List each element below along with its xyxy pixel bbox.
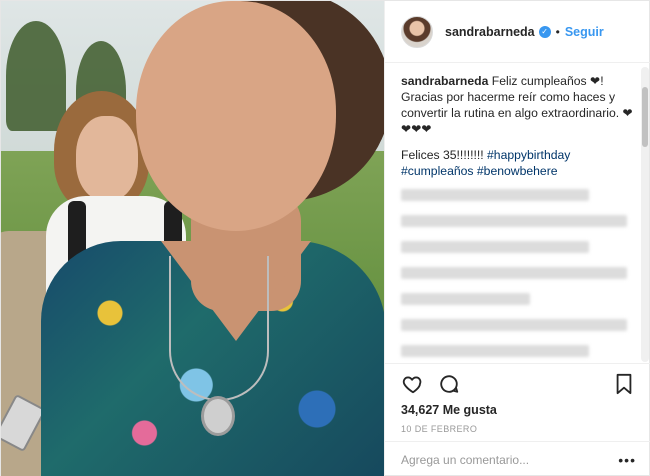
follow-button[interactable]: Seguir [565,25,604,39]
post-caption: sandrabarneda Feliz cumpleaños ❤! Gracia… [401,73,636,179]
heart-icon[interactable] [401,372,425,396]
comments-list[interactable]: sandrabarneda Feliz cumpleaños ❤! Gracia… [385,63,650,363]
photo-necklace [169,256,269,401]
header-separator: • [555,24,560,39]
caption-line2: Felices 35!!!!!!!! [401,148,488,162]
hashtag-link[interactable]: #benowbehere [477,164,558,178]
blurred-comment [401,215,627,227]
bookmark-icon[interactable] [612,372,636,396]
author-username[interactable]: sandrabarneda [445,25,535,39]
post-photo[interactable] [1,1,384,476]
post-actions [385,363,650,403]
blurred-comment [401,293,531,305]
blurred-comment [401,189,589,201]
comment-input[interactable] [401,452,611,467]
more-options-button[interactable]: ••• [618,452,636,468]
hashtag-link[interactable]: #happybirthday [487,148,570,162]
blurred-comment [401,267,627,279]
hashtag-link[interactable]: #cumpleaños [401,164,474,178]
photo-pendant [201,396,235,436]
comment-icon[interactable] [437,372,461,396]
post-header: sandrabarneda ✓ • Seguir [385,1,650,63]
blurred-comment [401,345,589,357]
verified-badge-icon: ✓ [538,25,551,38]
post-date[interactable]: 10 DE FEBRERO [401,424,477,434]
caption-username[interactable]: sandrabarneda [401,74,488,88]
post-side-panel: sandrabarneda ✓ • Seguir sandrabarneda F… [384,1,650,476]
add-comment-bar: ••• [385,441,650,476]
instagram-post: sandrabarneda ✓ • Seguir sandrabarneda F… [0,0,650,476]
blurred-comment [401,319,627,331]
likes-count[interactable]: 34,627 Me gusta [401,403,497,417]
comments-scrollbar[interactable] [641,67,649,362]
author-avatar[interactable] [401,15,433,48]
scrollbar-thumb[interactable] [642,87,648,147]
blurred-comment [401,241,589,253]
